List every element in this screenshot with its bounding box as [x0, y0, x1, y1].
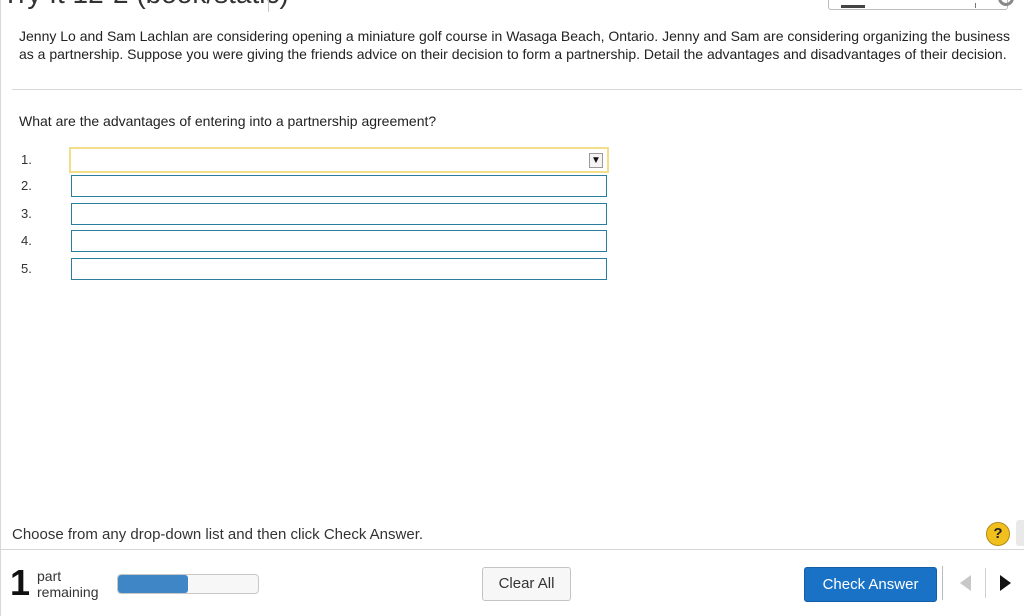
top-toolbar-box[interactable]	[828, 0, 1008, 10]
answer-field-5[interactable]	[71, 258, 607, 280]
tick-mark	[975, 3, 976, 8]
progress-fill	[118, 575, 188, 593]
divider	[12, 89, 1022, 90]
page-title: Try It 12-2 (book/static)	[2, 0, 289, 10]
answer-dropdown-1[interactable]: ▼	[69, 147, 609, 173]
check-answer-button[interactable]: Check Answer	[804, 567, 937, 602]
previous-arrow-icon[interactable]	[960, 575, 971, 591]
answer-field-4[interactable]	[71, 230, 607, 252]
answer-field-2[interactable]	[71, 175, 607, 197]
nav-separator	[942, 566, 943, 600]
problem-statement: Jenny Lo and Sam Lachlan are considering…	[19, 28, 1010, 62]
parts-label-line1: part	[37, 568, 62, 584]
parts-remaining-label: part remaining	[37, 568, 98, 600]
answer-number: 4.	[21, 233, 32, 248]
menu-icon	[841, 5, 865, 8]
clear-all-button[interactable]: Clear All	[482, 567, 571, 601]
help-panel-edge[interactable]	[1016, 520, 1024, 546]
question-text: What are the advantages of entering into…	[19, 113, 437, 129]
answer-number: 3.	[21, 206, 32, 221]
top-bar: Try It 12-2 (book/static)	[0, 0, 1024, 12]
help-icon[interactable]: ?	[986, 522, 1010, 546]
footer-divider	[0, 549, 1024, 550]
parts-remaining-count: 1	[10, 562, 31, 603]
nav-divider	[985, 568, 986, 598]
left-edge-rule	[0, 0, 1, 616]
answer-number: 5.	[21, 261, 32, 276]
answer-number: 2.	[21, 178, 32, 193]
next-arrow-icon[interactable]	[1000, 575, 1011, 591]
parts-label-line2: remaining	[37, 584, 99, 600]
dropdown-arrow-icon[interactable]: ▼	[589, 153, 603, 168]
instruction-hint: Choose from any drop-down list and then …	[12, 526, 424, 543]
answer-field-3[interactable]	[71, 203, 607, 225]
title-divider	[268, 0, 269, 12]
progress-bar	[117, 574, 259, 594]
answer-number: 1.	[21, 152, 32, 167]
